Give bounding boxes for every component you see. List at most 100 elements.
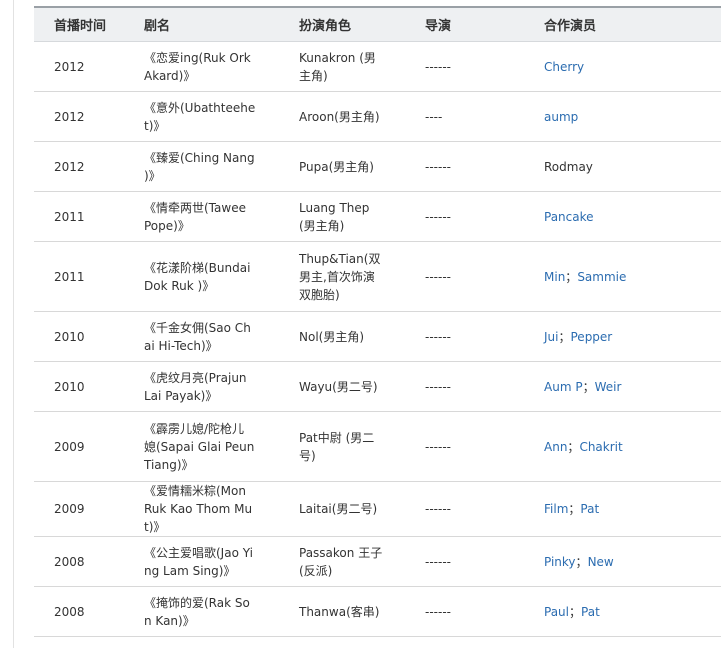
drama-title-cell: 《千金女佣(Sao Chai Hi-Tech)》 [144, 311, 299, 362]
costar-link[interactable]: Sammie [577, 270, 626, 284]
costar-link[interactable]: Pancake [544, 210, 594, 224]
costar-separator: ； [568, 502, 581, 516]
drama-title-cell: 《花漾阶梯(Bundai Dok Ruk )》 [144, 241, 299, 312]
left-border-line [13, 0, 14, 648]
air-year: 2012 [34, 91, 144, 142]
costar-link[interactable]: Pat [580, 502, 599, 516]
director: ------ [425, 41, 544, 92]
drama-title: 《情牵两世(Tawee Pope)》 [144, 200, 246, 233]
costar-link[interactable]: Ann [544, 440, 567, 454]
costar-link[interactable]: Pat [581, 605, 600, 619]
air-year: 2008 [34, 536, 144, 587]
table-row: 2011 《花漾阶梯(Bundai Dok Ruk )》 Thup&Tian(双男主… [34, 241, 721, 312]
role-cell: Passakon 王子(反派) [299, 536, 425, 587]
table-row: 2012 《臻爱(Ching Nang )》 Pupa(男主角) ------ Rodm… [34, 141, 721, 192]
costar-link[interactable]: Cherry [544, 60, 584, 74]
drama-title: 《恋爱ing(Ruk Ork Akard)》 [144, 50, 251, 83]
role-cell: Wayu(男二号) [299, 361, 425, 412]
role-name: Passakon 王子(反派) [299, 545, 383, 578]
role-cell: Pat中尉 (男二号) [299, 411, 425, 482]
role-name: Aroon(男主角) [299, 109, 380, 124]
costars-cell: Ann；Chakrit [544, 411, 721, 482]
costar-link[interactable]: Pepper [571, 330, 613, 344]
costar-link[interactable]: Aum P [544, 380, 583, 394]
drama-title: 《霹雳儿媳/陀枪儿媳(Sapai Glai Peun Tiang)》 [144, 421, 255, 472]
table-row: 2010 《虎纹月亮(Prajun Lai Payak)》 Wayu(男二号) ---… [34, 361, 721, 412]
role-name: Nol(男主角) [299, 329, 365, 344]
air-year: 2011 [34, 191, 144, 242]
costar-link[interactable]: Jui [544, 330, 558, 344]
table-row: 2012 《恋爱ing(Ruk Ork Akard)》 Kunakron (男主角)… [34, 41, 721, 92]
costar-link[interactable]: Film [544, 502, 568, 516]
drama-title: 《虎纹月亮(Prajun Lai Payak)》 [144, 370, 247, 403]
costar-link[interactable]: Paul [544, 605, 569, 619]
air-year: 2011 [34, 241, 144, 312]
header-drama-title: 剧名 [144, 6, 299, 42]
table-row: 2010 《千金女佣(Sao Chai Hi-Tech)》 Nol(男主角) ----… [34, 311, 721, 362]
costar-link[interactable]: Min [544, 270, 565, 284]
director: ---- [425, 91, 544, 142]
costar-separator: ； [567, 439, 580, 454]
costar-link[interactable]: New [588, 555, 614, 569]
costars-cell: Pinky；New [544, 536, 721, 587]
table-row: 2009 《霹雳儿媳/陀枪儿媳(Sapai Glai Peun Tiang)》 Pa… [34, 411, 721, 482]
role-cell: Aroon(男主角) [299, 91, 425, 142]
role-name: Wayu(男二号) [299, 379, 378, 394]
air-year: 2009 [34, 411, 144, 482]
costars-cell: Jui；Pepper [544, 311, 721, 362]
director: ------ [425, 241, 544, 312]
costar-separator: ； [575, 554, 588, 569]
drama-title-cell: 《情牵两世(Tawee Pope)》 [144, 191, 299, 242]
role-name: Kunakron (男主角) [299, 50, 376, 83]
role-cell: Luang Thep (男主角) [299, 191, 425, 242]
role-name: Luang Thep (男主角) [299, 200, 370, 233]
header-director: 导演 [425, 6, 544, 42]
table-row: 2009 《爱情糯米粽(Mon Ruk Kao Thom Mut)》 Laitai(… [34, 481, 721, 537]
role-cell: Kunakron (男主角) [299, 41, 425, 92]
header-role: 扮演角色 [299, 6, 425, 42]
air-year: 2010 [34, 361, 144, 412]
role-name: Pat中尉 (男二号) [299, 430, 375, 463]
drama-title-cell: 《公主爱唱歌(Jao Ying Lam Sing)》 [144, 536, 299, 587]
costar-separator: ； [569, 604, 582, 619]
air-year: 2010 [34, 311, 144, 362]
role-cell: Pupa(男主角) [299, 141, 425, 192]
table-row: 2012 《意外(Ubathteehet)》 Aroon(男主角) ---- aump [34, 91, 721, 142]
director: ------ [425, 586, 544, 637]
role-cell: Nol(男主角) [299, 311, 425, 362]
drama-title: 《掩饰的爱(Rak Son Kan)》 [144, 595, 250, 628]
costar-link[interactable]: Pinky [544, 555, 576, 569]
director: ------ [425, 311, 544, 362]
table-body: 2012 《恋爱ing(Ruk Ork Akard)》 Kunakron (男主角)… [34, 41, 721, 637]
table-row: 2008 《掩饰的爱(Rak Son Kan)》 Thanwa(客串) ------ P… [34, 586, 721, 637]
drama-title: 《花漾阶梯(Bundai Dok Ruk )》 [144, 260, 251, 293]
costars-cell: Paul；Pat [544, 586, 721, 637]
director: ------ [425, 141, 544, 192]
drama-title: 《公主爱唱歌(Jao Ying Lam Sing)》 [144, 545, 253, 578]
drama-title-cell: 《恋爱ing(Ruk Ork Akard)》 [144, 41, 299, 92]
header-air-date: 首播时间 [34, 6, 144, 42]
role-cell: Laitai(男二号) [299, 481, 425, 537]
costar-separator: ； [565, 269, 578, 284]
role-cell: Thup&Tian(双男主,首次饰演双胞胎) [299, 241, 425, 312]
drama-title-cell: 《爱情糯米粽(Mon Ruk Kao Thom Mut)》 [144, 481, 299, 537]
costar-name: Rodmay [544, 159, 593, 174]
drama-title-cell: 《臻爱(Ching Nang )》 [144, 141, 299, 192]
costar-link[interactable]: Chakrit [579, 440, 622, 454]
costar-separator: ； [582, 379, 595, 394]
costars-cell: Aum P；Weir [544, 361, 721, 412]
drama-title: 《意外(Ubathteehet)》 [144, 100, 256, 133]
drama-title-cell: 《掩饰的爱(Rak Son Kan)》 [144, 586, 299, 637]
table-row: 2011 《情牵两世(Tawee Pope)》 Luang Thep (男主角) --… [34, 191, 721, 242]
costar-link[interactable]: Weir [595, 380, 622, 394]
drama-title: 《千金女佣(Sao Chai Hi-Tech)》 [144, 320, 251, 353]
director: ------ [425, 481, 544, 537]
costars-cell: aump [544, 91, 721, 142]
costar-link[interactable]: aump [544, 110, 578, 124]
role-name: Thanwa(客串) [299, 604, 380, 619]
role-name: Laitai(男二号) [299, 502, 378, 516]
drama-title: 《臻爱(Ching Nang )》 [144, 150, 255, 183]
air-year: 2009 [34, 481, 144, 537]
air-year: 2008 [34, 586, 144, 637]
role-name: Thup&Tian(双男主,首次饰演双胞胎) [299, 251, 381, 302]
